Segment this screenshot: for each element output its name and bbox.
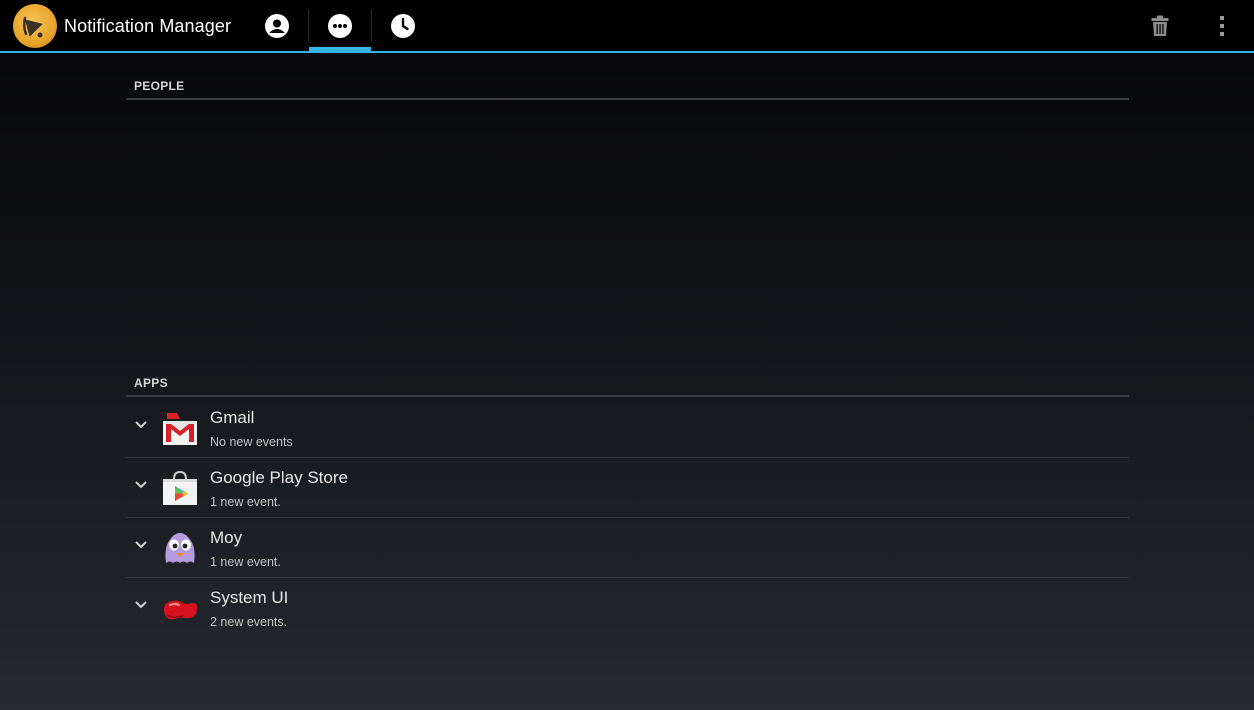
person-icon bbox=[265, 13, 289, 38]
app-name: Moy bbox=[210, 528, 243, 547]
tab-people[interactable] bbox=[246, 0, 308, 51]
list-item-system-ui[interactable]: System UI 2 new events. bbox=[126, 578, 1129, 637]
app-name: Gmail bbox=[210, 408, 255, 427]
people-section-header: PEOPLE bbox=[126, 76, 1129, 100]
app-list: Gmail No new events Google Play Store 1 … bbox=[126, 398, 1129, 637]
apps-section-header: APPS bbox=[126, 373, 1129, 397]
jellybean-icon bbox=[163, 600, 198, 620]
more-dots-icon bbox=[328, 13, 352, 38]
bell-logo-icon[interactable] bbox=[13, 4, 57, 48]
chevron-down-icon[interactable] bbox=[134, 480, 148, 490]
app-status: 1 new event. bbox=[210, 555, 281, 569]
chevron-down-icon[interactable] bbox=[134, 540, 148, 550]
delete-button[interactable] bbox=[1142, 8, 1178, 44]
app-status: 1 new event. bbox=[210, 495, 281, 509]
gmail-icon bbox=[163, 413, 197, 445]
app-name: System UI bbox=[210, 588, 289, 607]
tab-events[interactable] bbox=[309, 0, 371, 51]
moy-icon bbox=[165, 533, 195, 563]
section-label-apps: APPS bbox=[134, 376, 168, 390]
overflow-menu-icon bbox=[1220, 16, 1224, 36]
app-status: 2 new events. bbox=[210, 615, 288, 629]
app-status: No new events bbox=[210, 435, 293, 449]
app-title: Notification Manager bbox=[64, 16, 232, 36]
clock-icon bbox=[391, 13, 415, 38]
list-item-gmail[interactable]: Gmail No new events bbox=[126, 398, 1129, 458]
section-label-people: PEOPLE bbox=[134, 79, 185, 93]
tab-history[interactable] bbox=[372, 0, 434, 51]
play-store-icon bbox=[163, 470, 197, 505]
list-item-play-store[interactable]: Google Play Store 1 new event. bbox=[126, 458, 1129, 518]
chevron-down-icon[interactable] bbox=[134, 420, 148, 430]
chevron-down-icon[interactable] bbox=[134, 600, 148, 610]
trash-icon bbox=[1151, 15, 1169, 36]
overflow-menu-button[interactable] bbox=[1204, 8, 1240, 44]
list-item-moy[interactable]: Moy 1 new event. bbox=[126, 518, 1129, 578]
action-bar: Notification Manager bbox=[0, 0, 1254, 53]
app-name: Google Play Store bbox=[210, 468, 348, 487]
